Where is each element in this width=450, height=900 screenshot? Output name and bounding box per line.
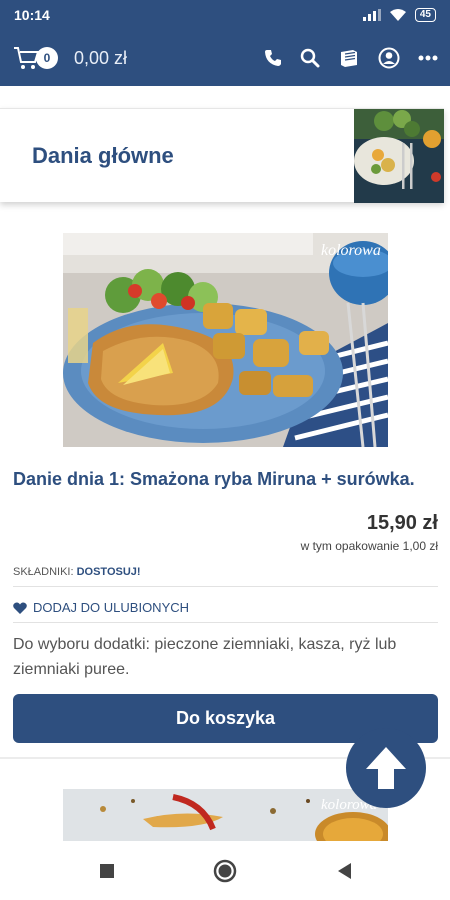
back-icon[interactable] <box>336 862 352 880</box>
divider <box>13 586 438 587</box>
customize-ingredients-link[interactable]: DOSTOSUJ! <box>77 566 141 578</box>
favorites-label: DODAJ DO ULUBIONYCH <box>33 600 190 615</box>
more-options-icon[interactable] <box>418 55 438 61</box>
status-time: 10:14 <box>14 7 50 23</box>
phone-icon[interactable] <box>264 49 282 67</box>
cart-count-badge[interactable]: 0 <box>36 47 58 69</box>
image-brand-logo: kolorowa <box>321 242 381 259</box>
app-header: 0 0,00 zł <box>0 30 450 86</box>
menu-book-icon[interactable] <box>338 48 360 68</box>
wifi-icon <box>389 9 406 21</box>
product-image[interactable]: kolorowa <box>63 233 388 447</box>
product-name[interactable]: Danie dnia 1: Smażona ryba Miruna + suró… <box>13 468 433 491</box>
search-icon[interactable] <box>300 48 320 68</box>
ingredients-row: SKŁADNIKI: DOSTOSUJ! <box>13 566 141 578</box>
divider <box>13 622 438 623</box>
product-price: 15,90 zł <box>366 512 438 534</box>
user-account-icon[interactable] <box>378 47 400 69</box>
signal-icon <box>362 9 381 21</box>
category-title: Dania główne <box>32 142 174 168</box>
package-note: w tym opakowanie 1,00 zł <box>300 539 438 553</box>
recent-apps-icon[interactable] <box>99 863 115 879</box>
category-image <box>354 109 444 203</box>
arrow-up-icon <box>366 747 406 789</box>
product-description: Do wyboru dodatki: pieczone ziemniaki, k… <box>13 636 397 678</box>
category-banner[interactable]: Dania główne <box>0 108 444 203</box>
heart-icon <box>13 602 27 614</box>
next-product-image[interactable]: kolorowa <box>63 789 388 841</box>
home-icon[interactable] <box>213 859 237 883</box>
ingredients-label: SKŁADNIKI: <box>13 566 74 578</box>
status-bar: 10:14 45 <box>0 0 450 30</box>
battery-icon: 45 <box>414 8 436 22</box>
add-to-favorites-button[interactable]: DODAJ DO ULUBIONYCH <box>13 600 189 615</box>
scroll-to-top-button[interactable] <box>346 728 426 808</box>
cart-total[interactable]: 0,00 zł <box>74 48 127 69</box>
system-navigation-bar <box>0 841 450 900</box>
